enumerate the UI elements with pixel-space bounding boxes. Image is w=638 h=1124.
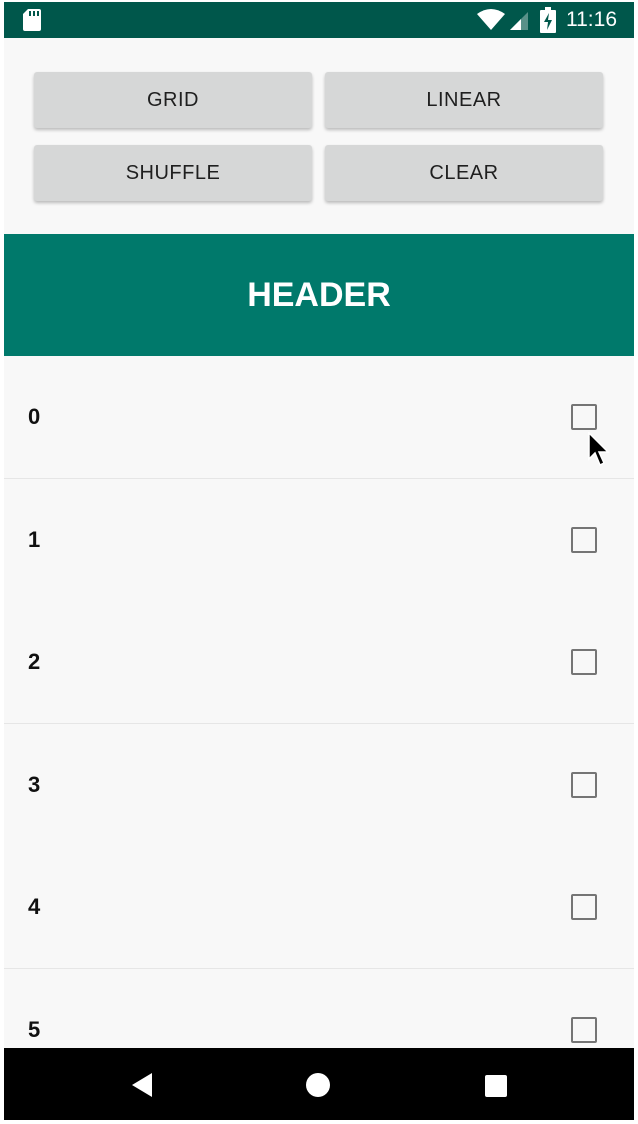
wifi-icon bbox=[477, 9, 505, 30]
item-label: 4 bbox=[28, 894, 41, 919]
item-label: 3 bbox=[28, 772, 41, 797]
list-header: HEADER bbox=[4, 234, 634, 356]
item-label: 0 bbox=[28, 404, 41, 429]
recents-icon[interactable] bbox=[484, 1074, 508, 1098]
item-label: 5 bbox=[28, 1017, 41, 1042]
back-icon[interactable] bbox=[130, 1072, 154, 1098]
item-checkbox[interactable] bbox=[571, 772, 597, 798]
linear-button[interactable]: LINEAR bbox=[325, 72, 603, 128]
navigation-bar bbox=[4, 1048, 634, 1120]
list-item[interactable]: 1 bbox=[4, 479, 634, 602]
battery-charging-icon bbox=[540, 7, 556, 33]
home-icon[interactable] bbox=[305, 1072, 331, 1098]
item-checkbox[interactable] bbox=[571, 1017, 597, 1043]
mouse-cursor-icon bbox=[588, 432, 610, 467]
app-screen: 11:16 GRID LINEAR SHUFFLE CLEAR HEADER 0… bbox=[4, 2, 634, 1120]
item-label: 2 bbox=[28, 649, 41, 674]
list-item[interactable]: 0 bbox=[4, 356, 634, 479]
status-time: 11:16 bbox=[566, 8, 617, 31]
item-checkbox[interactable] bbox=[571, 649, 597, 675]
item-checkbox[interactable] bbox=[571, 894, 597, 920]
signal-icon bbox=[510, 12, 528, 30]
list-item[interactable]: 2 bbox=[4, 601, 634, 724]
item-checkbox[interactable] bbox=[571, 527, 597, 553]
grid-button[interactable]: GRID bbox=[34, 72, 312, 128]
list-item[interactable]: 4 bbox=[4, 846, 634, 969]
sd-card-icon bbox=[23, 9, 41, 31]
item-checkbox[interactable] bbox=[571, 404, 597, 430]
list-item[interactable]: 3 bbox=[4, 724, 634, 847]
item-label: 1 bbox=[28, 527, 41, 552]
status-bar: 11:16 bbox=[4, 2, 634, 38]
clear-button[interactable]: CLEAR bbox=[325, 145, 603, 201]
shuffle-button[interactable]: SHUFFLE bbox=[34, 145, 312, 201]
